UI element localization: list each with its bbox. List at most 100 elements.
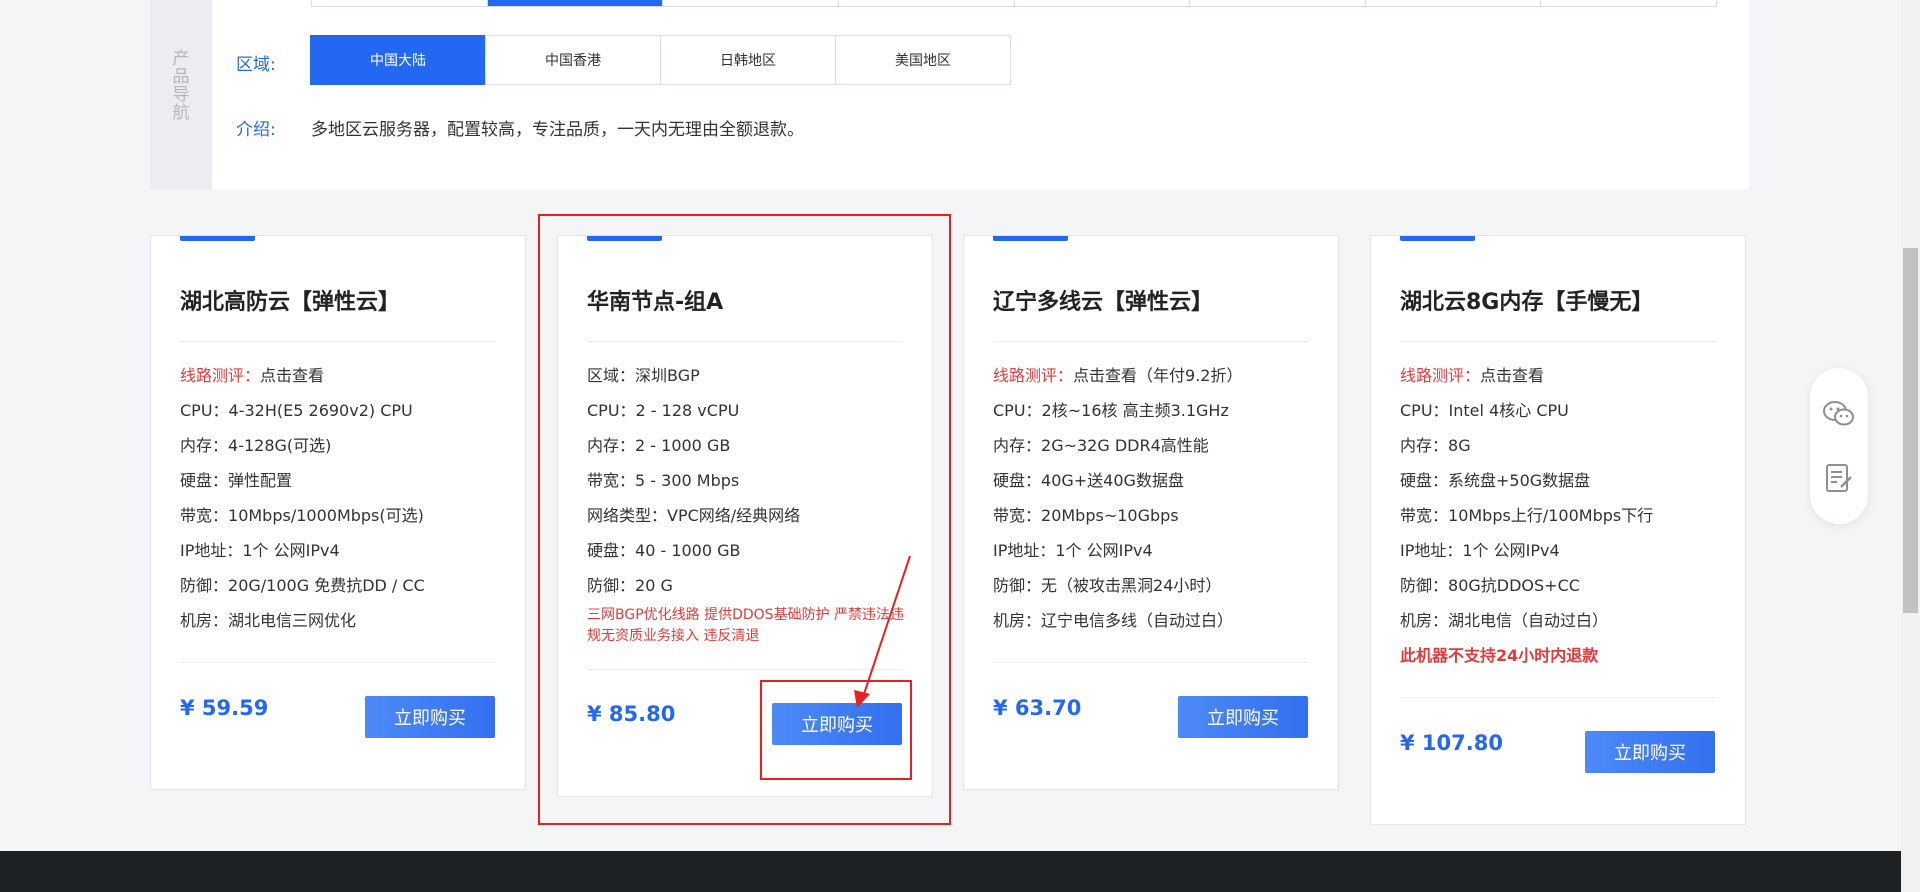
price: ¥ 107.80: [1400, 731, 1503, 755]
spec-key: 线路测评：: [993, 366, 1074, 385]
card-accent-bar: [993, 236, 1068, 241]
top-tab-active[interactable]: [487, 0, 664, 6]
spec-line: 硬盘：系统盘+50G数据盘: [1400, 471, 1720, 506]
buy-now-button[interactable]: 立即购买: [1178, 696, 1308, 738]
spec-value: 系统盘+50G数据盘: [1448, 471, 1591, 490]
spec-value: 10Mbps/1000Mbps(可选): [228, 506, 424, 525]
spec-key: 内存：: [180, 436, 229, 455]
intro-text: 多地区云服务器，配置较高，专注品质，一天内无理由全额退款。: [311, 120, 804, 140]
spec-line: 机房：湖北电信三网优化: [180, 611, 500, 646]
card-accent-bar: [180, 236, 255, 241]
spec-key: 机房：: [1400, 611, 1449, 630]
product-nav-label: 产品导航: [172, 49, 190, 123]
spec-list: 线路测评：点击查看 CPU：4-32H(E5 2690v2) CPU 内存：4-…: [180, 366, 500, 646]
spec-line: 硬盘：弹性配置: [180, 471, 500, 506]
spec-key: 防御：: [993, 576, 1042, 595]
top-tab[interactable]: [1190, 0, 1366, 6]
region-tab-usa[interactable]: 美国地区: [835, 35, 1011, 85]
spec-key: 带宽：: [180, 506, 229, 525]
top-tab[interactable]: [312, 0, 488, 6]
intro-label: 介绍:: [236, 120, 276, 140]
annotation-button-box: [760, 680, 912, 780]
spec-key: 硬盘：: [180, 471, 229, 490]
scrollbar-thumb[interactable]: [1903, 248, 1918, 613]
floating-contact-panel: [1810, 368, 1868, 524]
spec-key: 防御：: [180, 576, 229, 595]
spec-line: CPU：Intel 4核心 CPU: [1400, 401, 1720, 436]
spec-value: 点击查看（年付9.2折）: [1073, 366, 1243, 385]
spec-value: 8G: [1448, 436, 1471, 455]
spec-value: 点击查看: [260, 366, 325, 385]
spec-value: 湖北电信三网优化: [228, 611, 357, 630]
spec-key: 带宽：: [1400, 506, 1449, 525]
spec-key: IP地址：: [180, 541, 243, 560]
spec-key: 硬盘：: [993, 471, 1042, 490]
spec-line: 内存：2G~32G DDR4高性能: [993, 436, 1313, 471]
spec-key: IP地址：: [1400, 541, 1463, 560]
spec-key: 防御：: [1400, 576, 1449, 595]
card-accent-bar: [1400, 236, 1475, 241]
spec-line: CPU：4-32H(E5 2690v2) CPU: [180, 401, 500, 436]
divider: [993, 341, 1309, 342]
spec-line: 带宽：10Mbps上行/100Mbps下行: [1400, 506, 1720, 541]
spec-line-route-test[interactable]: 线路测评：点击查看: [180, 366, 500, 401]
spec-line: 机房：辽宁电信多线（自动过白）: [993, 611, 1313, 646]
spec-line: 内存：4-128G(可选): [180, 436, 500, 471]
feedback-icon[interactable]: [1823, 462, 1855, 494]
spec-value: 1个 公网IPv4: [1462, 541, 1560, 560]
spec-line-route-test[interactable]: 线路测评：点击查看: [1400, 366, 1720, 401]
buy-now-button[interactable]: 立即购买: [1585, 731, 1715, 773]
spec-line: 内存：8G: [1400, 436, 1720, 471]
card-title: 湖北云8G内存【手慢无】: [1400, 290, 1654, 315]
region-tab-hongkong[interactable]: 中国香港: [485, 35, 661, 85]
spec-line: 防御：无（被攻击黑洞24小时）: [993, 576, 1313, 611]
spec-line: 防御：80G抗DDOS+CC: [1400, 576, 1720, 611]
spec-value: Intel 4核心 CPU: [1448, 401, 1569, 420]
spec-line: IP地址：1个 公网IPv4: [180, 541, 500, 576]
spec-value: 辽宁电信多线（自动过白）: [1041, 611, 1234, 630]
spec-key: IP地址：: [993, 541, 1056, 560]
spec-key: CPU：: [180, 401, 229, 420]
spec-line: 防御：20G/100G 免费抗DD / CC: [180, 576, 500, 611]
top-tab-row-partial: [311, 0, 1717, 7]
spec-line: 带宽：20Mbps~10Gbps: [993, 506, 1313, 541]
refund-warning: 此机器不支持24小时内退款: [1400, 646, 1599, 665]
spec-key: 线路测评：: [180, 366, 261, 385]
spec-value: 20Mbps~10Gbps: [1041, 506, 1179, 525]
top-tab[interactable]: [1541, 0, 1716, 6]
divider: [1400, 341, 1716, 342]
spec-line: 硬盘：40G+送40G数据盘: [993, 471, 1313, 506]
price: ¥ 59.59: [180, 696, 269, 720]
spec-value: 点击查看: [1480, 366, 1545, 385]
top-tab[interactable]: [1366, 0, 1542, 6]
top-tab[interactable]: [839, 0, 1015, 6]
card-title: 湖北高防云【弹性云】: [180, 290, 401, 315]
spec-key: 带宽：: [993, 506, 1042, 525]
spec-key: 硬盘：: [1400, 471, 1449, 490]
price: ¥ 63.70: [993, 696, 1082, 720]
region-tab-japan-korea[interactable]: 日韩地区: [660, 35, 836, 85]
region-tabs: 中国大陆 中国香港 日韩地区 美国地区: [310, 35, 1011, 85]
spec-value: 1个 公网IPv4: [1055, 541, 1153, 560]
spec-line: 机房：湖北电信（自动过白）: [1400, 611, 1720, 646]
spec-key: 内存：: [993, 436, 1042, 455]
spec-list: 线路测评：点击查看 CPU：Intel 4核心 CPU 内存：8G 硬盘：系统盘…: [1400, 366, 1720, 681]
top-tab[interactable]: [1015, 0, 1191, 6]
spec-value: 4-128G(可选): [228, 436, 332, 455]
top-tab[interactable]: [663, 0, 839, 6]
spec-key: 线路测评：: [1400, 366, 1481, 385]
product-card: 湖北高防云【弹性云】 线路测评：点击查看 CPU：4-32H(E5 2690v2…: [150, 235, 526, 790]
buy-now-button[interactable]: 立即购买: [365, 696, 495, 738]
spec-value: 2G~32G DDR4高性能: [1041, 436, 1209, 455]
region-tab-mainland[interactable]: 中国大陆: [310, 35, 486, 85]
spec-line: CPU：2核~16核 高主频3.1GHz: [993, 401, 1313, 436]
spec-value: 2核~16核 高主频3.1GHz: [1041, 401, 1229, 420]
spec-line: IP地址：1个 公网IPv4: [1400, 541, 1720, 576]
spec-key: CPU：: [1400, 401, 1449, 420]
spec-line: 带宽：10Mbps/1000Mbps(可选): [180, 506, 500, 541]
wechat-icon[interactable]: [1823, 398, 1855, 430]
divider: [180, 662, 496, 663]
spec-line-route-test[interactable]: 线路测评：点击查看（年付9.2折）: [993, 366, 1313, 401]
spec-value: 无（被攻击黑洞24小时）: [1041, 576, 1222, 595]
spec-value: 4-32H(E5 2690v2) CPU: [228, 401, 413, 420]
